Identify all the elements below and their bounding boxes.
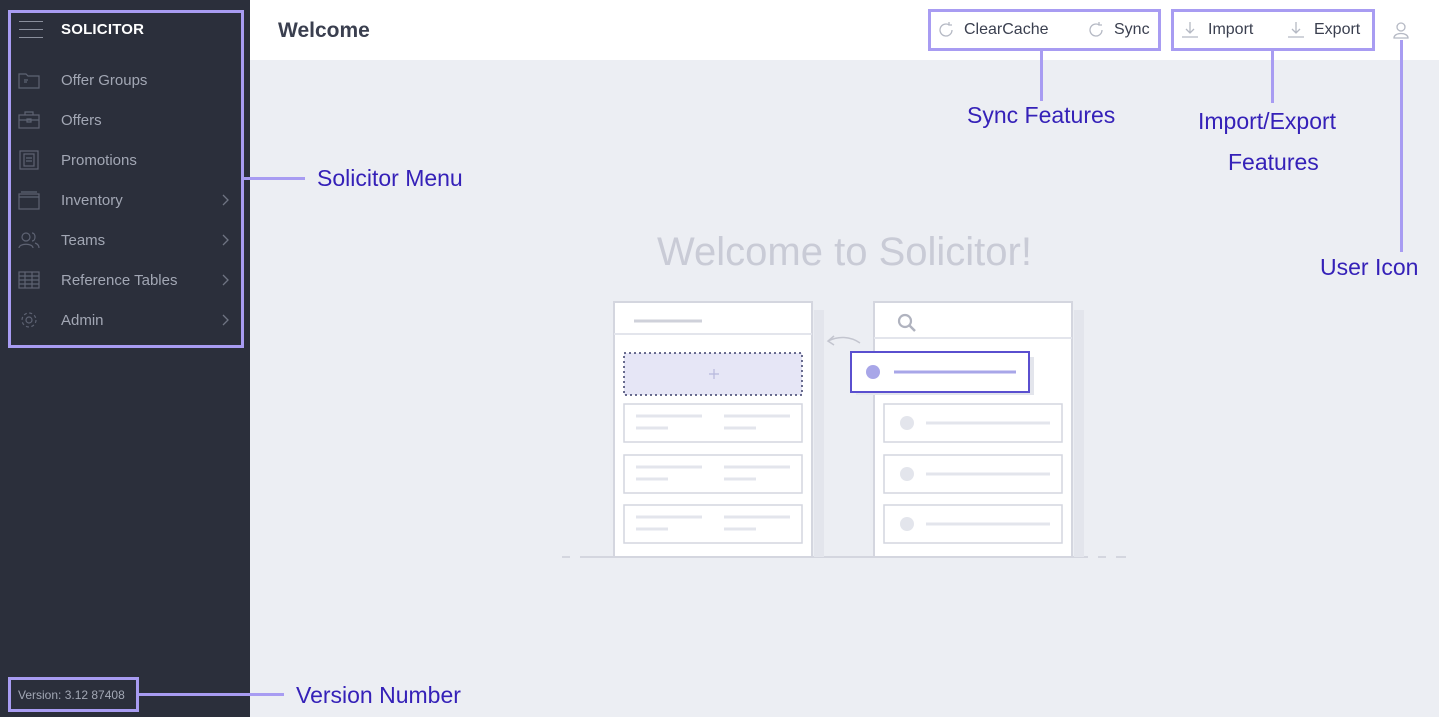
import-export-annotation-box xyxy=(1171,9,1375,51)
annotation-connector xyxy=(244,177,305,180)
annotation-connector xyxy=(1040,51,1043,101)
version-annotation-box xyxy=(8,677,139,712)
annotation-connector xyxy=(1400,40,1403,252)
solicitor-menu-annotation-box xyxy=(8,10,244,348)
user-icon xyxy=(1393,22,1409,39)
annotation-import-export: Import/Export xyxy=(1198,108,1337,134)
annotation-import-export-features: Features xyxy=(1228,149,1319,175)
page-title: Welcome xyxy=(278,19,370,42)
annotation-user-icon: User Icon xyxy=(1320,254,1419,280)
sync-annotation-box xyxy=(928,9,1161,51)
annotation-connector xyxy=(1271,51,1274,103)
annotation-sync-features: Sync Features xyxy=(967,102,1116,128)
empty-state-illustration xyxy=(562,301,1126,558)
annotation-solicitor-menu: Solicitor Menu xyxy=(317,165,463,191)
annotation-connector xyxy=(139,693,284,696)
welcome-heading: Welcome to Solicitor! xyxy=(657,230,1032,274)
annotation-version-number: Version Number xyxy=(296,682,461,708)
user-avatar-button[interactable] xyxy=(1391,18,1411,42)
